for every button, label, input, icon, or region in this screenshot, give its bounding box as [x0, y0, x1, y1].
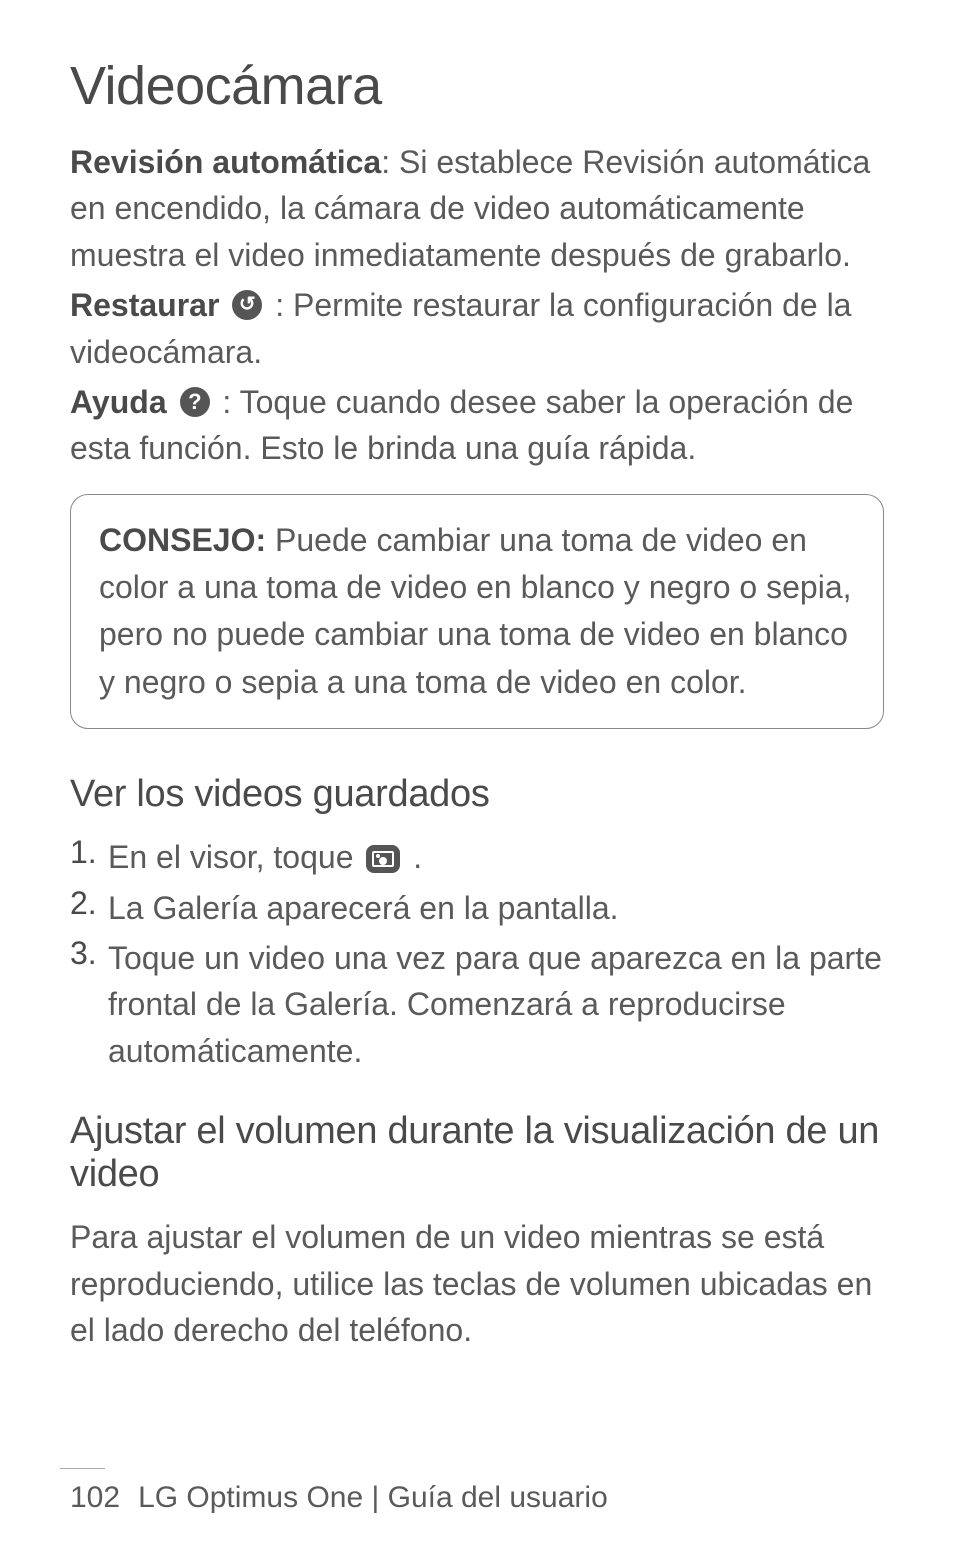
help-icon: [180, 387, 210, 417]
paragraph-restore: Restaurar : Permite restaurar la configu…: [70, 282, 884, 375]
list-number: 3.: [70, 935, 108, 1074]
label-auto-review: Revisión automática: [70, 144, 381, 180]
gallery-icon: [366, 845, 400, 873]
page-title: Videocámara: [70, 55, 884, 117]
list-body: La Galería aparecerá en la pantalla.: [108, 885, 884, 931]
tip-box: CONSEJO: Puede cambiar una toma de video…: [70, 494, 884, 729]
list-body: Toque un video una vez para que aparezca…: [108, 935, 884, 1074]
label-help: Ayuda: [70, 384, 167, 420]
footer-text: 102 LG Optimus One | Guía del usuario: [70, 1481, 884, 1515]
list-item: 1. En el visor, toque .: [70, 834, 884, 880]
tip-label: CONSEJO:: [99, 522, 266, 558]
page-number: 102: [70, 1481, 120, 1514]
paragraph-adjust-volume: Para ajustar el volumen de un video mien…: [70, 1214, 884, 1353]
text-after-icon: .: [404, 839, 422, 875]
paragraph-auto-review: Revisión automática: Si establece Revisi…: [70, 139, 884, 278]
page-footer: 102 LG Optimus One | Guía del usuario: [70, 1468, 884, 1515]
label-restore: Restaurar: [70, 287, 219, 323]
heading-adjust-volume: Ajustar el volumen durante la visualizac…: [70, 1110, 884, 1196]
list-number: 1.: [70, 834, 108, 880]
restore-icon: [232, 290, 262, 320]
list-body: En el visor, toque .: [108, 834, 884, 880]
footer-divider: [60, 1468, 105, 1469]
paragraph-help: Ayuda : Toque cuando desee saber la oper…: [70, 379, 884, 472]
list-number: 2.: [70, 885, 108, 931]
list-item: 2. La Galería aparecerá en la pantalla.: [70, 885, 884, 931]
ordered-list-saved-videos: 1. En el visor, toque . 2. La Galería ap…: [70, 834, 884, 1074]
doc-title: LG Optimus One | Guía del usuario: [138, 1481, 608, 1514]
tip-content: CONSEJO: Puede cambiar una toma de video…: [99, 517, 855, 706]
list-item: 3. Toque un video una vez para que apare…: [70, 935, 884, 1074]
text-before-icon: En el visor, toque: [108, 839, 362, 875]
heading-saved-videos: Ver los videos guardados: [70, 773, 884, 816]
